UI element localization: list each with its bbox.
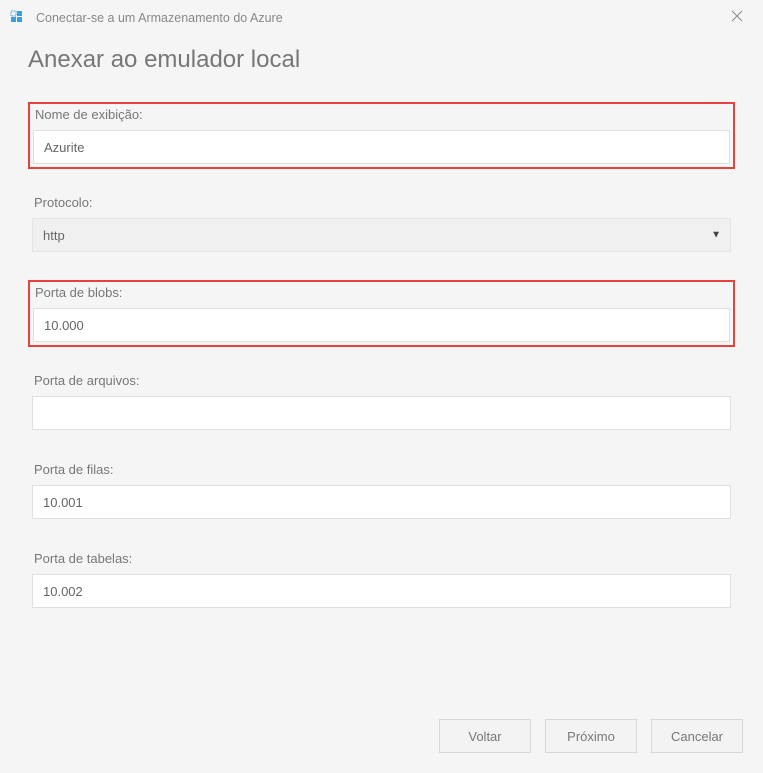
window-title: Conectar-se a um Armazenamento do Azure <box>36 11 725 25</box>
table-port-label: Porta de tabelas: <box>32 551 731 566</box>
app-icon <box>10 10 26 26</box>
queue-port-input[interactable] <box>32 485 731 519</box>
protocol-label: Protocolo: <box>32 195 731 210</box>
dialog-content: Anexar ao emulador local Nome de exibiçã… <box>0 36 763 612</box>
button-row: Voltar Próximo Cancelar <box>439 719 743 753</box>
display-name-label: Nome de exibição: <box>33 107 730 122</box>
protocol-group: Protocolo: http ▼ <box>28 191 735 256</box>
file-port-group: Porta de arquivos: <box>28 369 735 434</box>
page-title: Anexar ao emulador local <box>28 46 735 74</box>
protocol-select-wrapper: http ▼ <box>32 218 731 252</box>
queue-port-label: Porta de filas: <box>32 462 731 477</box>
protocol-select[interactable]: http <box>32 218 731 252</box>
next-button[interactable]: Próximo <box>545 719 637 753</box>
blob-port-group: Porta de blobs: <box>28 280 735 347</box>
close-icon[interactable] <box>725 8 749 28</box>
blob-port-input[interactable] <box>33 308 730 342</box>
table-port-input[interactable] <box>32 574 731 608</box>
file-port-input[interactable] <box>32 396 731 430</box>
cancel-button[interactable]: Cancelar <box>651 719 743 753</box>
blob-port-label: Porta de blobs: <box>33 285 730 300</box>
titlebar: Conectar-se a um Armazenamento do Azure <box>0 0 763 36</box>
display-name-input[interactable] <box>33 130 730 164</box>
queue-port-group: Porta de filas: <box>28 458 735 523</box>
file-port-label: Porta de arquivos: <box>32 373 731 388</box>
table-port-group: Porta de tabelas: <box>28 547 735 612</box>
back-button[interactable]: Voltar <box>439 719 531 753</box>
display-name-group: Nome de exibição: <box>28 102 735 169</box>
